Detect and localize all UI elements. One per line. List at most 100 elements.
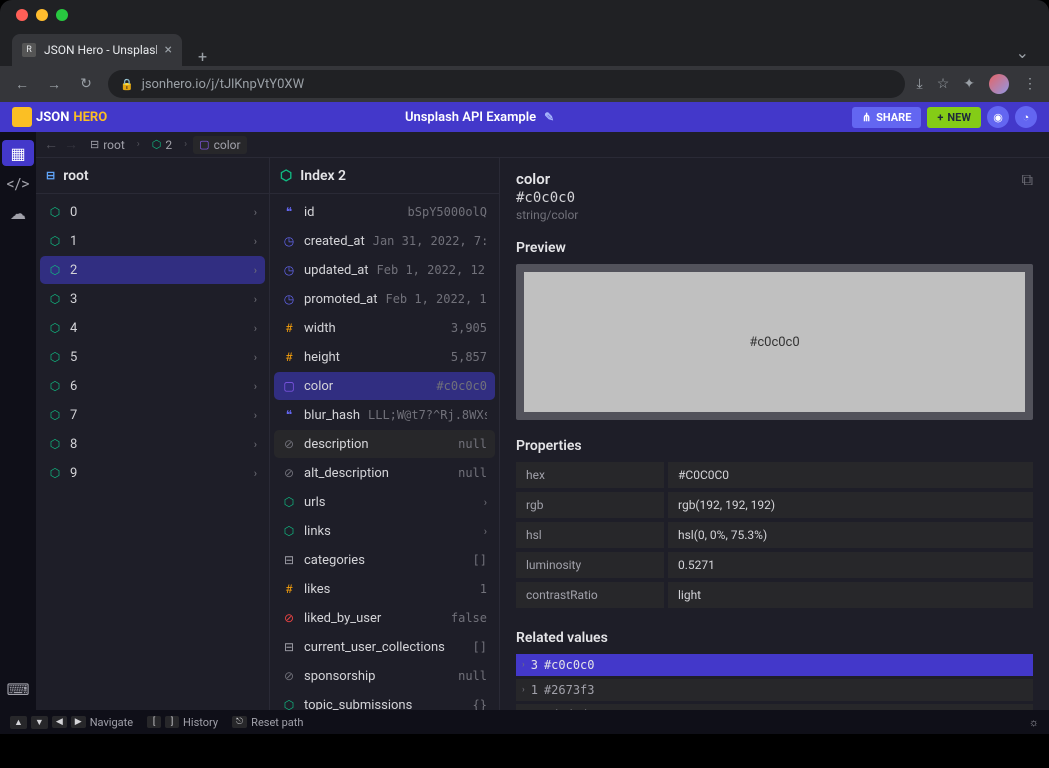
browser-tab[interactable]: R JSON Hero - Unsplash API Exa × <box>12 34 182 66</box>
list-item[interactable]: #likes1 <box>274 575 495 603</box>
new-button[interactable]: +NEW <box>927 107 981 128</box>
str-icon: ❝ <box>282 205 296 219</box>
null-icon: ⊘ <box>282 466 296 480</box>
chevron-right-icon: › <box>254 322 257 335</box>
object-icon: ⬡ <box>48 350 62 364</box>
list-item[interactable]: ⬡7› <box>40 401 265 429</box>
history-label: History <box>183 716 218 729</box>
breadcrumb-field[interactable]: ▢ color <box>193 136 246 154</box>
object-icon: ⬡ <box>48 234 62 248</box>
install-icon[interactable]: ⤓ <box>917 76 923 92</box>
tabs-dropdown-icon[interactable]: ⌄ <box>1008 39 1037 66</box>
breadcrumb-root[interactable]: ⊟ root <box>84 136 131 154</box>
list-item[interactable]: ⬡4› <box>40 314 265 342</box>
plus-icon: + <box>937 111 943 124</box>
edit-title-icon[interactable]: ✎ <box>544 110 554 124</box>
arrow-left-key-icon: ◀ <box>52 716 67 728</box>
breadcrumb-back-icon[interactable]: ← <box>44 136 58 153</box>
column-root: ⊟ root ⬡0›⬡1›⬡2›⬡3›⬡4›⬡5›⬡6›⬡7›⬡8›⬡9› <box>36 158 270 710</box>
browser-navbar: ← → ↻ 🔒 jsonhero.io/j/tJlKnpVtY0XW ⤓ ☆ ✦… <box>0 66 1049 102</box>
list-item[interactable]: ⬡5› <box>40 343 265 371</box>
chevron-right-icon: › <box>254 467 257 480</box>
tree-view-button[interactable]: ☁ <box>0 198 36 228</box>
num-icon: # <box>282 321 296 335</box>
list-item[interactable]: ⬡8› <box>40 430 265 458</box>
list-item[interactable]: ⊘alt_descriptionnull <box>274 459 495 487</box>
breadcrumb-index[interactable]: ⬡ 2 <box>146 136 178 154</box>
reload-button[interactable]: ↻ <box>76 76 96 92</box>
list-item[interactable]: ⊟categories[] <box>274 546 495 574</box>
columns-view-button[interactable]: ▦ <box>2 140 34 166</box>
tab-title: JSON Hero - Unsplash API Exa <box>44 43 157 57</box>
list-item[interactable]: ❝idbSpY5000olQ <box>274 198 495 226</box>
related-value-row[interactable]: ›1#d9d9d9 <box>516 704 1033 710</box>
list-item[interactable]: ▢color#c0c0c0 <box>274 372 495 400</box>
list-item[interactable]: #height5,857 <box>274 343 495 371</box>
list-item[interactable]: ⬡1› <box>40 227 265 255</box>
tab-close-icon[interactable]: × <box>165 42 172 58</box>
app-logo[interactable]: JSONHERO <box>12 107 107 127</box>
object-icon: ⬡ <box>280 168 292 184</box>
list-item[interactable]: ⬡2› <box>40 256 265 284</box>
object-icon: ⬡ <box>48 466 62 480</box>
list-item[interactable]: ◷promoted_atFeb 1, 2022, 12:40:01 P… <box>274 285 495 313</box>
list-item[interactable]: ◷created_atJan 31, 2022, 7:39:53 PM … <box>274 227 495 255</box>
list-item[interactable]: ⬡3› <box>40 285 265 313</box>
property-row: hex#C0C0C0 <box>516 462 1033 490</box>
num-icon: # <box>282 582 296 596</box>
share-button[interactable]: ⋔SHARE <box>852 107 921 128</box>
bracket-left-key-icon: [ <box>147 716 161 728</box>
column-header: ⬡ Index 2 <box>270 158 499 194</box>
traffic-lights <box>16 9 68 21</box>
folder-icon: ⊟ <box>90 138 99 151</box>
list-item[interactable]: ⬡urls› <box>274 488 495 516</box>
list-item[interactable]: ⬡links› <box>274 517 495 545</box>
list-item[interactable]: ⬡9› <box>40 459 265 487</box>
preview-heading: Preview <box>516 240 1033 256</box>
bookmark-icon[interactable]: ☆ <box>937 76 950 92</box>
related-value-row[interactable]: ›3#c0c0c0 <box>516 654 1033 676</box>
minimize-window-icon[interactable] <box>36 9 48 21</box>
related-heading: Related values <box>516 630 1033 646</box>
code-view-button[interactable]: </> <box>0 168 36 198</box>
logo-icon <box>12 107 32 127</box>
num-icon: # <box>282 350 296 364</box>
forward-button[interactable]: → <box>44 76 64 93</box>
maximize-window-icon[interactable] <box>56 9 68 21</box>
list-item[interactable]: #width3,905 <box>274 314 495 342</box>
obj-icon: ⬡ <box>282 698 296 710</box>
chevron-right-icon: › <box>254 380 257 393</box>
new-tab-button[interactable]: + <box>190 47 215 66</box>
address-bar[interactable]: 🔒 jsonhero.io/j/tJlKnpVtY0XW <box>108 70 905 98</box>
list-item[interactable]: ⊟current_user_collections[] <box>274 633 495 661</box>
profile-avatar[interactable] <box>989 74 1009 94</box>
terminal-button[interactable]: ⌨ <box>0 674 36 704</box>
list-item[interactable]: ⬡topic_submissions{} <box>274 691 495 710</box>
extensions-icon[interactable]: ✦ <box>963 76 975 92</box>
property-row: luminosity0.5271 <box>516 550 1033 580</box>
discord-button[interactable]: ◉ <box>987 106 1009 128</box>
list-item[interactable]: ⊘sponsorshipnull <box>274 662 495 690</box>
left-nav: ▦ </> ☁ ⌨ <box>0 132 36 710</box>
object-icon: ⬡ <box>48 408 62 422</box>
breadcrumb-bar: ← → ⊟ root › ⬡ 2 › ▢ color <box>36 132 1049 158</box>
list-item[interactable]: ⬡0› <box>40 198 265 226</box>
time-icon: ◷ <box>282 263 296 277</box>
close-window-icon[interactable] <box>16 9 28 21</box>
github-button[interactable]: ◔ <box>1015 106 1037 128</box>
back-button[interactable]: ← <box>12 76 32 93</box>
list-item[interactable]: ⬡6› <box>40 372 265 400</box>
object-icon: ⬡ <box>48 263 62 277</box>
list-item[interactable]: ⊘descriptionnull <box>274 430 495 458</box>
theme-toggle-icon[interactable]: ☼ <box>1029 716 1039 729</box>
list-item[interactable]: ◷updated_atFeb 1, 2022, 12:40:02 PM… <box>274 256 495 284</box>
breadcrumb-forward-icon: → <box>64 136 78 153</box>
arrow-down-key-icon: ▼ <box>31 716 48 729</box>
chevron-right-icon: › <box>522 685 525 695</box>
menu-icon[interactable]: ⋮ <box>1023 76 1037 92</box>
list-item[interactable]: ⊘liked_by_userfalse <box>274 604 495 632</box>
copy-icon[interactable]: ⧉ <box>1022 170 1033 190</box>
url-text: jsonhero.io/j/tJlKnpVtY0XW <box>142 77 304 92</box>
list-item[interactable]: ❝blur_hashLLL;W@t7?^Rj.8WXs;oJyDofI… <box>274 401 495 429</box>
related-value-row[interactable]: ›1#2673f3 <box>516 679 1033 701</box>
